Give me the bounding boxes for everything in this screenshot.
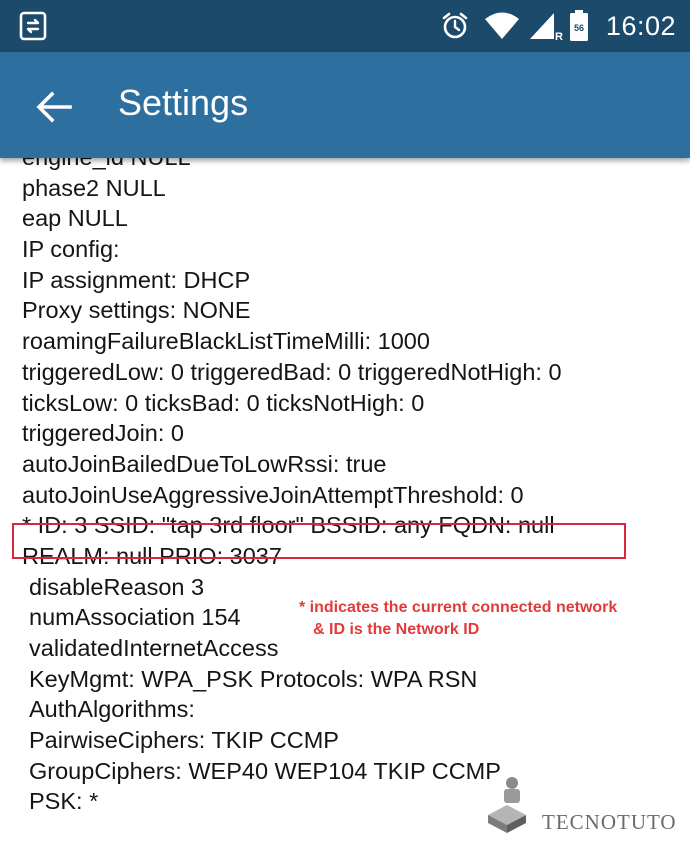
wifi-config-list[interactable]: engine_id NULL phase2 NULL eap NULL IP c… bbox=[0, 158, 690, 845]
config-line-engine-id: engine_id NULL bbox=[0, 158, 690, 173]
app-bar: Settings bbox=[0, 52, 690, 158]
config-line-roaming-failure: roamingFailureBlackListTimeMilli: 1000 bbox=[22, 328, 430, 355]
config-line-triggered: triggeredLow: 0 triggeredBad: 0 triggere… bbox=[22, 358, 562, 385]
cell-signal-icon: R bbox=[529, 13, 563, 41]
config-line-pairwise-ciphers: PairwiseCiphers: TKIP CCMP bbox=[29, 727, 339, 754]
robot-logo-icon bbox=[488, 777, 526, 833]
annotation-line-1: * indicates the current connected networ… bbox=[299, 599, 618, 616]
wifi-icon bbox=[484, 12, 519, 39]
config-line-phase2: phase2 NULL bbox=[22, 174, 166, 201]
status-time: 16:02 bbox=[605, 10, 676, 41]
config-line-auto-join-aggressive: autoJoinUseAggressiveJoinAttemptThreshol… bbox=[22, 481, 524, 508]
config-line-ip-config: IP config: bbox=[22, 236, 120, 263]
config-line-disable-reason: disableReason 3 bbox=[29, 573, 205, 600]
config-line-key-mgmt: KeyMgmt: WPA_PSK Protocols: WPA RSN bbox=[29, 665, 478, 692]
config-line-proxy-settings: Proxy settings: NONE bbox=[22, 297, 251, 324]
status-icons: R 56 16:02 bbox=[440, 8, 676, 44]
arrow-back-icon[interactable] bbox=[32, 85, 76, 129]
watermark-text: TECNOTUTO bbox=[542, 810, 677, 834]
config-line-auto-join-bailed: autoJoinBailedDueToLowRssi: true bbox=[22, 450, 387, 477]
battery-level-label: 56 bbox=[574, 23, 584, 33]
alarm-icon bbox=[442, 12, 468, 39]
screen-cast-icon bbox=[19, 11, 47, 41]
battery-icon: 56 bbox=[569, 10, 588, 41]
config-lines: engine_id NULL phase2 NULL eap NULL IP c… bbox=[0, 158, 690, 817]
config-line-auth-algorithms: AuthAlgorithms: bbox=[29, 696, 195, 723]
config-line-triggered-join: triggeredJoin: 0 bbox=[22, 420, 184, 447]
watermark: TECNOTUTO bbox=[484, 775, 684, 841]
page-title: Settings bbox=[118, 82, 249, 123]
current-network-highlight bbox=[12, 523, 626, 559]
config-line-eap: eap NULL bbox=[22, 205, 128, 232]
roaming-label: R bbox=[555, 31, 563, 41]
config-line-ticks: ticksLow: 0 ticksBad: 0 ticksNotHigh: 0 bbox=[22, 389, 425, 416]
annotation-line-2: & ID is the Network ID bbox=[313, 621, 480, 638]
config-line-ip-assignment: IP assignment: DHCP bbox=[22, 266, 251, 293]
status-bar: R 56 16:02 bbox=[0, 0, 690, 52]
